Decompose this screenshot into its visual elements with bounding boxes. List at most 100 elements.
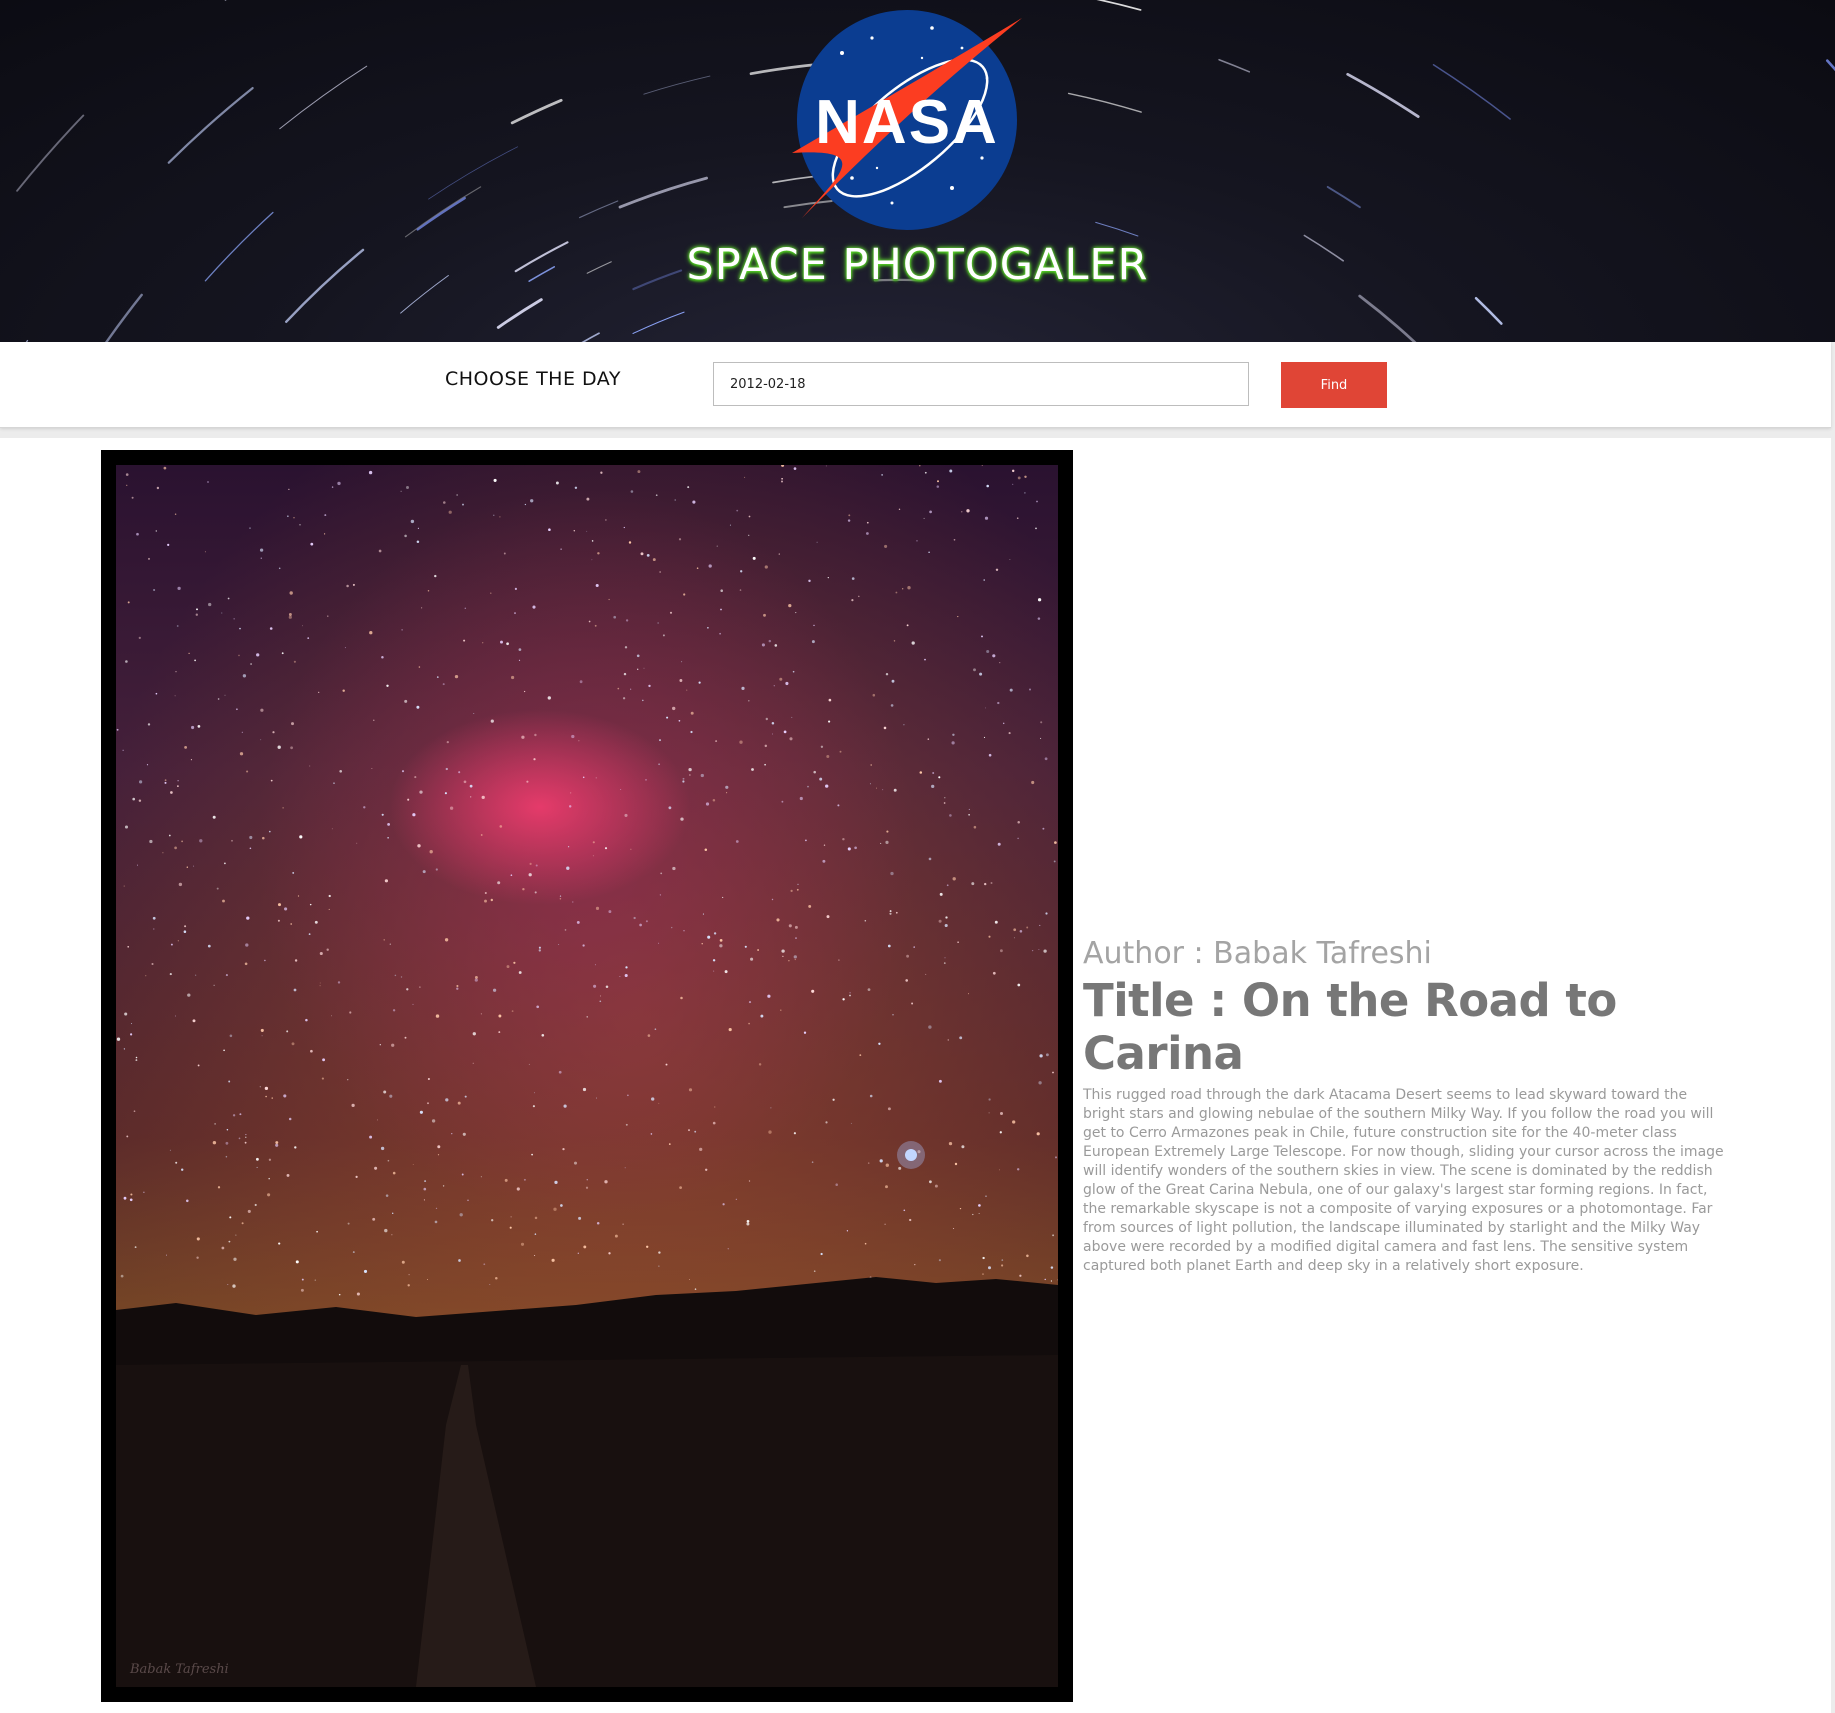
star [351,1103,355,1108]
star [729,524,731,526]
star [419,790,423,794]
star [281,652,284,655]
star [456,984,459,988]
star [223,1049,225,1052]
star [165,1254,168,1256]
star [758,1063,762,1066]
star [564,929,567,931]
star [290,923,293,925]
star [260,1028,264,1032]
star [239,752,244,756]
star [689,1279,691,1280]
star [245,1134,247,1136]
star [681,661,683,663]
star-trail [1326,185,1361,209]
star [328,908,330,910]
star [884,1223,886,1225]
star [489,1284,491,1286]
star [825,784,829,788]
star [302,625,303,627]
star [558,1070,562,1074]
star [195,974,197,976]
find-button[interactable]: Find [1281,362,1387,408]
star [864,1242,867,1245]
star [164,781,167,784]
star [261,1035,263,1037]
star [979,672,983,676]
star [619,976,621,978]
star [534,1254,536,1257]
star [658,942,660,944]
star [467,1199,469,1202]
star [988,935,991,938]
star [828,698,832,702]
star [820,1252,823,1256]
star [625,619,629,622]
star [275,1141,279,1145]
star [283,1094,287,1098]
star [990,882,993,884]
star [811,989,815,993]
star [124,1012,128,1016]
star [524,503,527,506]
star [532,605,536,609]
star [458,1259,461,1262]
star [480,834,483,836]
star [712,959,716,962]
star [520,1242,525,1246]
star [260,557,263,559]
star [175,671,177,673]
star [832,1098,835,1101]
star [659,894,662,896]
star [671,926,673,929]
star [1017,821,1020,824]
star [493,514,495,516]
star [229,1216,232,1219]
star [152,916,156,920]
star [523,690,526,693]
star [387,1159,390,1162]
star [174,846,177,850]
star [256,653,260,657]
star [767,994,771,998]
star [451,1133,453,1135]
star [727,1248,729,1250]
date-input[interactable] [713,362,1249,406]
star [595,583,599,588]
star [307,637,310,639]
star [125,660,128,663]
star [625,1123,628,1126]
star [778,553,780,555]
star [1050,1266,1054,1269]
star [995,568,999,572]
star [463,780,467,784]
star [196,1256,199,1259]
star [127,945,130,948]
star [952,733,955,737]
star [381,813,384,816]
star [741,686,745,690]
star [949,814,952,817]
star [570,792,572,794]
star [385,1194,389,1197]
star [694,1130,697,1133]
star [929,1180,932,1184]
star [689,774,691,776]
star [495,1276,498,1280]
star [735,840,739,843]
star [431,1119,436,1123]
star [895,911,898,914]
star [226,1129,229,1131]
star [1050,1280,1053,1282]
star-trail [416,196,466,231]
star [885,1185,888,1189]
star [746,1219,750,1223]
star [944,797,946,799]
star [401,629,403,631]
star [748,534,750,536]
star [221,612,223,614]
star [973,668,976,672]
star [1040,721,1043,724]
star [384,1228,388,1233]
star [961,511,963,513]
